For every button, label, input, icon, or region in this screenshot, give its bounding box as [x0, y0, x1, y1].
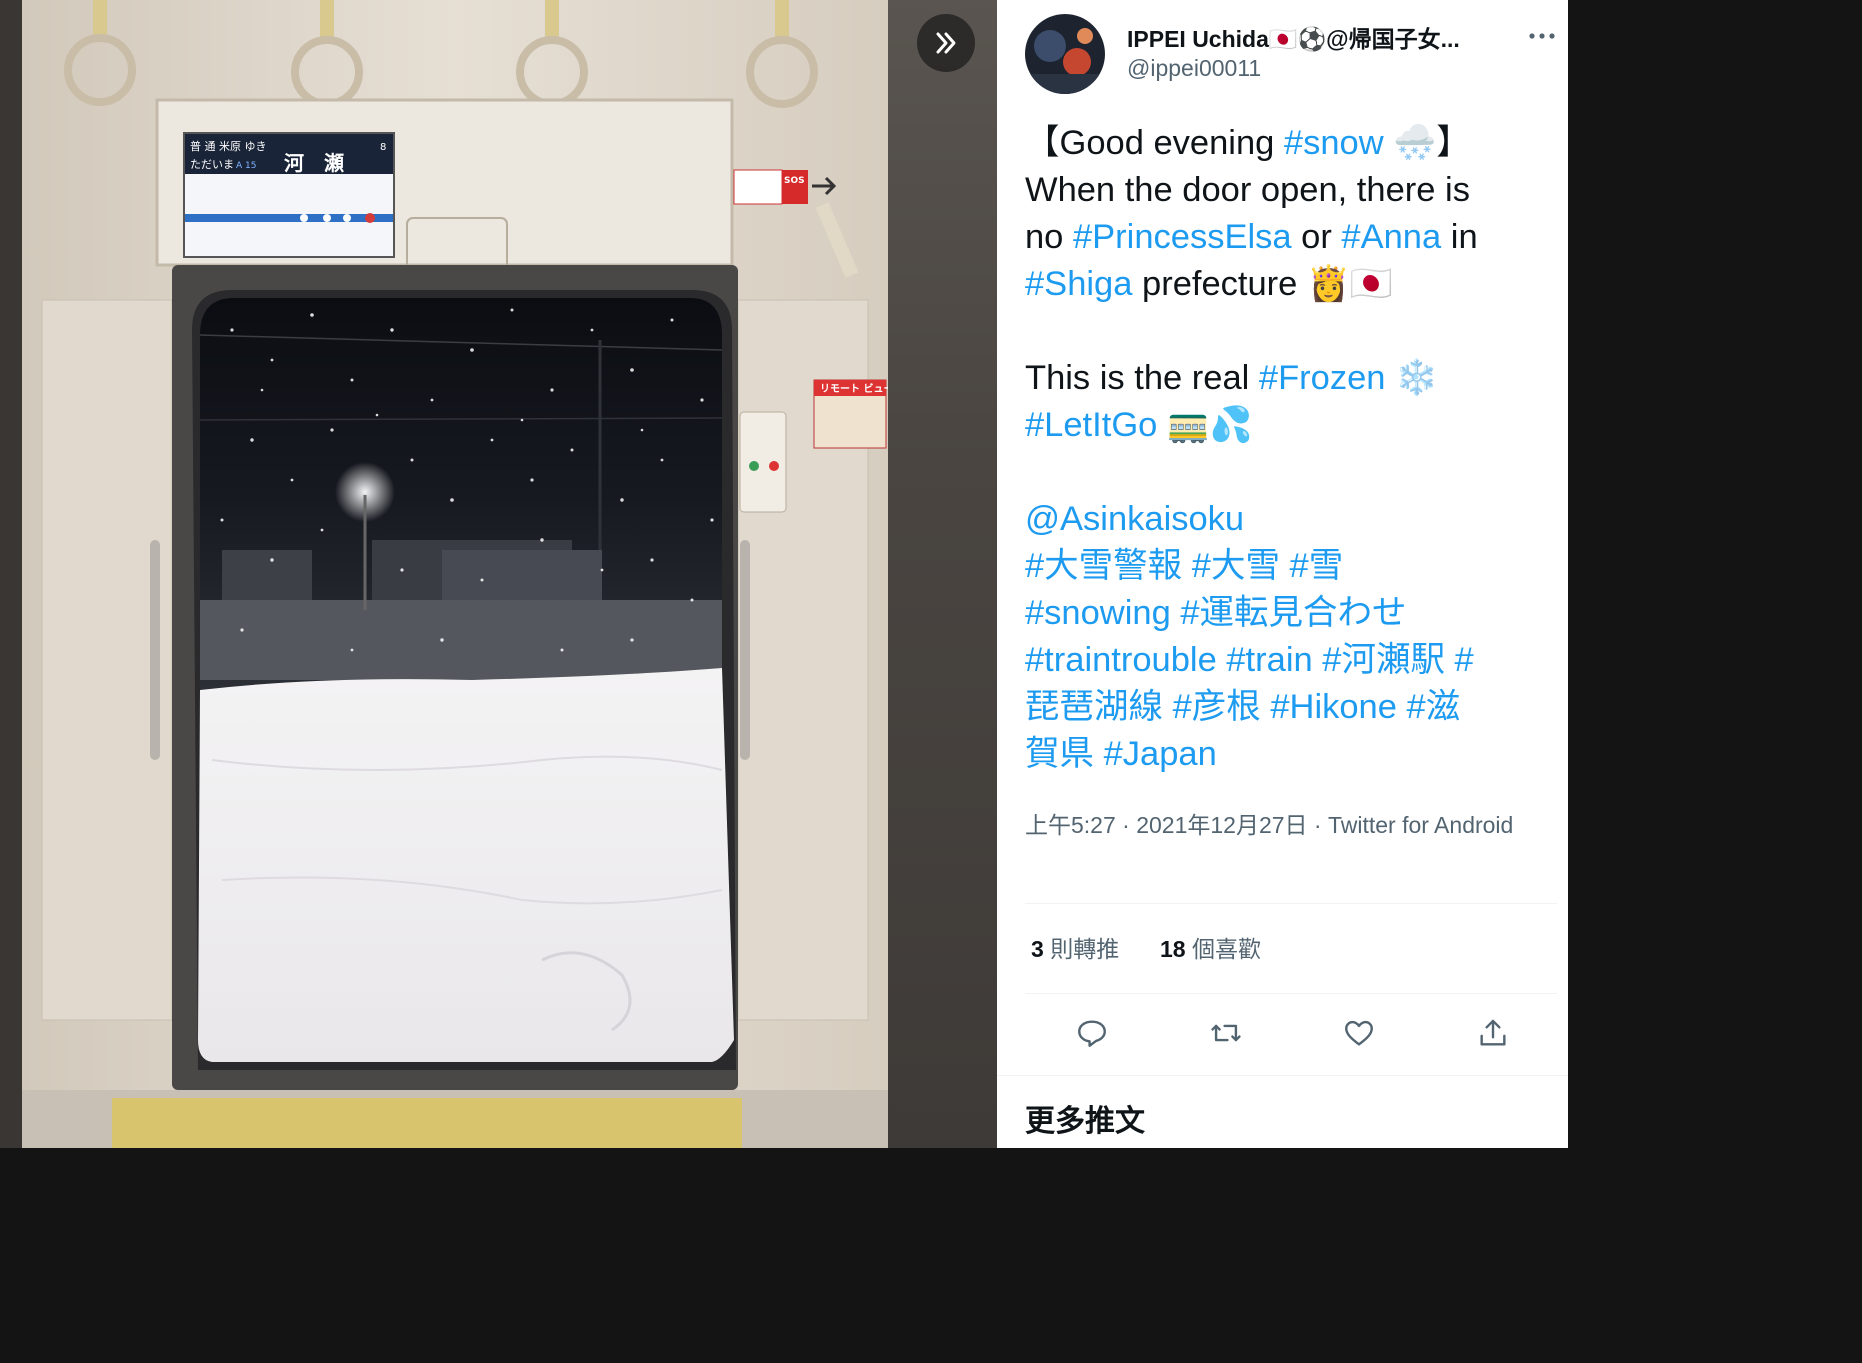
- collapse-panel-button[interactable]: [917, 14, 975, 72]
- tweet-text-segment: 🌨️】: [1383, 124, 1471, 162]
- tweet-text-segment: 【Good evening: [1025, 124, 1284, 162]
- retweet-icon: [1211, 1024, 1241, 1042]
- sos-label: SOS: [784, 176, 805, 186]
- likes-label[interactable]: 個喜歡: [1192, 936, 1261, 962]
- author-handle[interactable]: @ippei00011: [1127, 55, 1261, 82]
- hashtag-link[interactable]: #traintrouble #train #河瀬駅 #: [1025, 641, 1474, 679]
- hashtag-link[interactable]: @Asinkaisoku: [1025, 500, 1244, 538]
- double-chevron-right-icon: [936, 32, 956, 54]
- screen-station: 河 瀬: [284, 151, 344, 175]
- hashtag-link[interactable]: #PrincessElsa: [1073, 218, 1292, 256]
- share-icon: [1480, 1019, 1506, 1046]
- like-icon: [1345, 1020, 1373, 1046]
- tweet-line: @Asinkaisoku: [1025, 496, 1560, 543]
- more-button[interactable]: [1527, 26, 1557, 46]
- poster-text: リモート ビュー: [820, 382, 888, 395]
- author-name[interactable]: IPPEI Uchida🇯🇵⚽@帰国子女...: [1127, 20, 1460, 54]
- share-button[interactable]: [1472, 1012, 1514, 1054]
- retweets-label[interactable]: 則轉推: [1050, 936, 1119, 962]
- divider: [1025, 903, 1557, 904]
- tweet-text-segment: no: [1025, 218, 1073, 256]
- more-tweets-heading: 更多推文: [1025, 1105, 1145, 1138]
- like-button[interactable]: [1338, 1012, 1380, 1054]
- blurred-backdrop-right: [888, 0, 997, 1148]
- screen-station-code: A 15: [236, 161, 256, 171]
- tweet-line: #snowing #運転見合わせ: [1025, 590, 1560, 637]
- hashtag-link[interactable]: #snow: [1284, 124, 1384, 162]
- tweet-line: #大雪警報 #大雪 #雪: [1025, 543, 1560, 590]
- tweet-line: When the door open, there is: [1025, 167, 1560, 214]
- retweets-count[interactable]: 3: [1031, 936, 1044, 962]
- tweet-timestamp[interactable]: 上午5:27 · 2021年12月27日 · Twitter for Andro…: [1025, 808, 1545, 842]
- hashtag-link[interactable]: 琵琶湖線 #彦根 #Hikone #滋: [1025, 688, 1460, 726]
- media-viewer: 普 通 米原 ゆき ただいま A 15 河 瀬 8 SOS リモート ビュー: [0, 0, 997, 1148]
- screen-line2: ただいま: [190, 158, 234, 171]
- tweet-line: 琵琶湖線 #彦根 #Hikone #滋: [1025, 684, 1560, 731]
- tweet-text-segment: ❄️: [1385, 359, 1439, 397]
- hashtag-link[interactable]: 賀県 #Japan: [1025, 735, 1217, 773]
- hashtag-link[interactable]: #LetItGo: [1025, 406, 1157, 444]
- tweet-text: 【Good evening #snow 🌨️】 When the door ope…: [1025, 120, 1560, 778]
- tweet-text-segment: or: [1291, 218, 1342, 256]
- tweet-line: #Shiga prefecture 👸🇯🇵: [1025, 261, 1560, 308]
- avatar[interactable]: [1025, 14, 1105, 94]
- tweet-text-segment: This is the real: [1025, 359, 1259, 397]
- retweet-button[interactable]: [1205, 1012, 1247, 1054]
- tweet-text-segment: When the door open, there is: [1025, 171, 1470, 209]
- reply-icon: [1078, 1020, 1106, 1047]
- tweet-line: This is the real #Frozen ❄️: [1025, 355, 1560, 402]
- tweet-text-segment: in: [1441, 218, 1478, 256]
- tweet-photo[interactable]: 普 通 米原 ゆき ただいま A 15 河 瀬 8 SOS リモート ビュー: [22, 0, 888, 1148]
- screen-line1: 普 通 米原 ゆき: [190, 139, 267, 153]
- hashtag-link[interactable]: #大雪警報 #大雪 #雪: [1025, 547, 1343, 585]
- hashtag-link[interactable]: #Shiga: [1025, 265, 1132, 303]
- tweet-line: #LetItGo 🚃💦: [1025, 402, 1560, 449]
- tweet-line: 賀県 #Japan: [1025, 731, 1560, 778]
- screen-car: 8: [380, 142, 386, 153]
- tweet-pane: IPPEI Uchida🇯🇵⚽@帰国子女... @ippei00011 【Goo…: [997, 0, 1568, 1148]
- likes-count[interactable]: 18: [1160, 936, 1186, 962]
- engagement-stats: 3 則轉推 18 個喜歡: [1031, 930, 1261, 964]
- tweet-line: 【Good evening #snow 🌨️】: [1025, 120, 1560, 167]
- divider: [997, 1075, 1568, 1076]
- hashtag-link[interactable]: #Anna: [1341, 218, 1441, 256]
- hashtag-link[interactable]: #Frozen: [1259, 359, 1386, 397]
- reply-button[interactable]: [1071, 1012, 1113, 1054]
- tweet-line: #traintrouble #train #河瀬駅 #: [1025, 637, 1560, 684]
- more-icon: [1529, 33, 1555, 39]
- blurred-backdrop-left: [0, 0, 22, 1148]
- tweet-text-segment: prefecture 👸🇯🇵: [1132, 265, 1393, 303]
- divider: [1025, 993, 1557, 994]
- tweet-text-segment: 🚃💦: [1157, 406, 1253, 444]
- hashtag-link[interactable]: #snowing #運転見合わせ: [1025, 594, 1407, 632]
- tweet-line: no #PrincessElsa or #Anna in: [1025, 214, 1560, 261]
